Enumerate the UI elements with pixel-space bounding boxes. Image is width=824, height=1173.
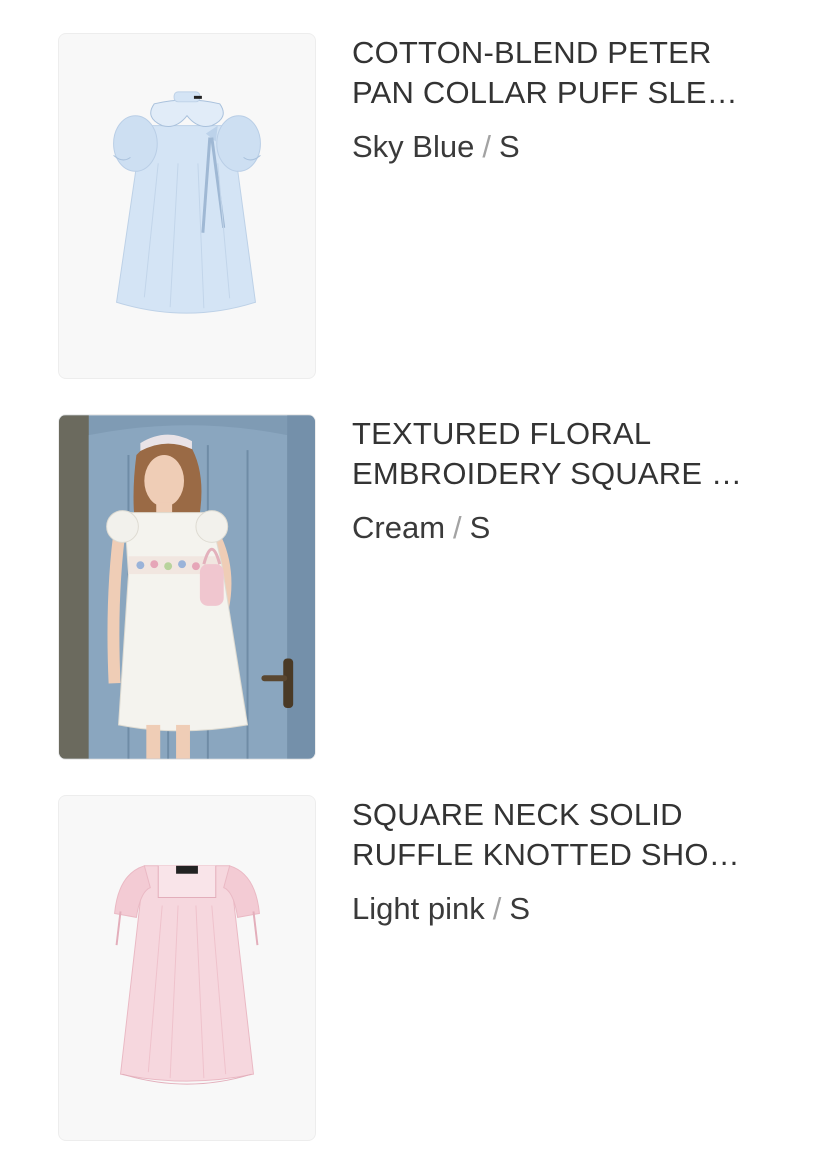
product-title-line-2: PAN COLLAR PUFF SLE… <box>352 75 738 110</box>
variant-color: Sky Blue <box>352 129 475 164</box>
variant-size: S <box>509 891 531 926</box>
list-item[interactable]: TEXTURED FLORAL EMBROIDERY SQUARE … Crea… <box>0 414 824 764</box>
product-info: TEXTURED FLORAL EMBROIDERY SQUARE … Crea… <box>352 414 792 548</box>
sky-blue-dress-image <box>59 34 315 378</box>
variant-size: S <box>498 129 520 164</box>
light-pink-dress-image <box>59 796 315 1140</box>
list-item[interactable]: SQUARE NECK SOLID RUFFLE KNOTTED SHO… Li… <box>0 795 824 1145</box>
product-variant: Light pink / S <box>352 889 792 929</box>
variant-separator: / <box>482 129 491 164</box>
product-title[interactable]: TEXTURED FLORAL EMBROIDERY SQUARE … <box>352 414 792 494</box>
product-image-cream-dress[interactable] <box>58 414 316 760</box>
product-image-light-pink-dress[interactable] <box>58 795 316 1141</box>
list-item[interactable]: COTTON-BLEND PETER PAN COLLAR PUFF SLE… … <box>0 33 824 383</box>
product-title[interactable]: COTTON-BLEND PETER PAN COLLAR PUFF SLE… <box>352 33 792 113</box>
product-title-line-2: EMBROIDERY SQUARE … <box>352 456 743 491</box>
variant-size: S <box>469 510 491 545</box>
model-cream-dress-photo <box>59 415 315 759</box>
product-image-sky-blue-dress[interactable] <box>58 33 316 379</box>
product-title-line-1: COTTON-BLEND PETER <box>352 35 712 70</box>
product-title-line-2: RUFFLE KNOTTED SHO… <box>352 837 740 872</box>
variant-color: Light pink <box>352 891 485 926</box>
variant-separator: / <box>453 510 462 545</box>
product-title-line-1: TEXTURED FLORAL <box>352 416 652 451</box>
product-title-line-1: SQUARE NECK SOLID <box>352 797 683 832</box>
product-info: SQUARE NECK SOLID RUFFLE KNOTTED SHO… Li… <box>352 795 792 929</box>
product-info: COTTON-BLEND PETER PAN COLLAR PUFF SLE… … <box>352 33 792 167</box>
product-variant: Sky Blue / S <box>352 127 792 167</box>
cart-item-list: COTTON-BLEND PETER PAN COLLAR PUFF SLE… … <box>0 0 824 1173</box>
product-variant: Cream / S <box>352 508 792 548</box>
variant-color: Cream <box>352 510 446 545</box>
product-title[interactable]: SQUARE NECK SOLID RUFFLE KNOTTED SHO… <box>352 795 792 875</box>
variant-separator: / <box>492 891 502 926</box>
